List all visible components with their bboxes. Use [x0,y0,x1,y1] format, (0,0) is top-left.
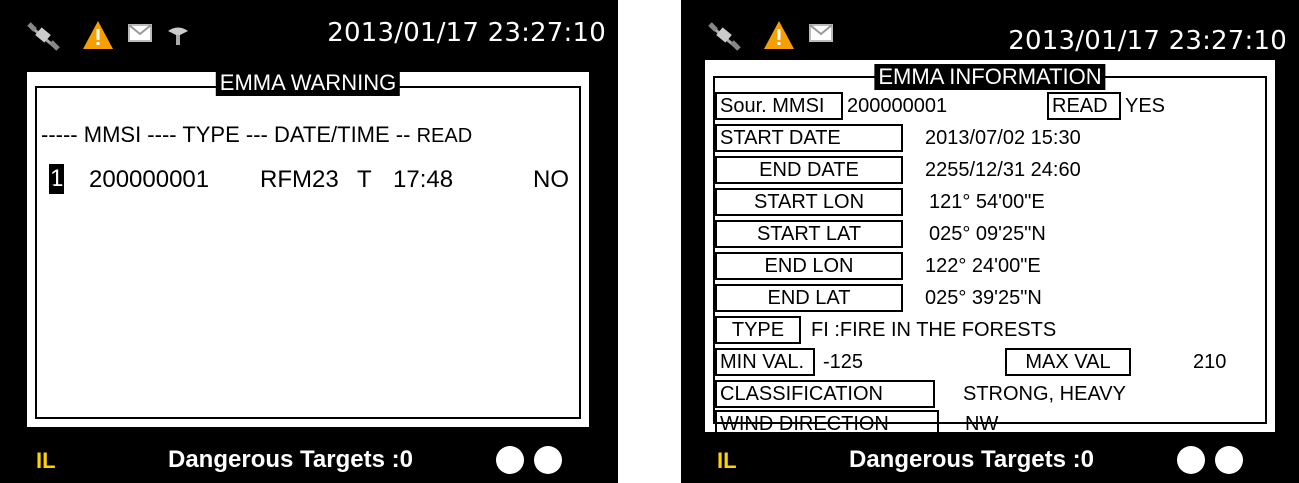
status-dot [1215,446,1243,474]
emma-information-screen: 2013/01/17 23:27:10 EMMA INFORMATION Sou… [681,0,1299,483]
start-date-label: START DATE [715,124,903,152]
satellite-icon [27,22,60,51]
end-lat-label: END LAT [715,284,903,312]
row-index-sep: . [49,166,56,193]
end-date-label: END DATE [715,156,903,184]
warning-panel: EMMA WARNING ----- MMSI ---- TYPE --- DA… [27,70,589,427]
row-read: NO [533,166,569,193]
read-label: READ [1047,92,1121,120]
panel-title: EMMA WARNING [215,70,401,96]
start-lat-label: START LAT [715,220,903,248]
end-lon-label: END LON [715,252,903,280]
row-type: RFM23 [260,166,339,193]
table-header: ----- MMSI ---- TYPE --- DATE/TIME -- RE… [41,122,472,148]
bottom-bar: IL Dangerous Targets :0 [0,440,618,483]
emma-warning-screen: 2013/01/17 23:27:10 EMMA WARNING ----- M… [0,0,618,483]
start-lon-label: START LON [715,188,903,216]
panel-title: EMMA INFORMATION [874,64,1106,90]
end-lat-value: 025° 39'25"N [925,287,1042,309]
min-val-value: -125 [823,351,864,373]
start-lon-value: 121° 54'00"E [929,191,1045,213]
type-label: TYPE [715,316,801,344]
status-dot [534,446,562,474]
dangerous-targets: Dangerous Targets :0 [168,446,413,473]
start-date-value: 2013/07/02 15:30 [925,127,1081,149]
wind-direction-label: WIND DIRECTION [715,410,939,438]
header-columns: ----- MMSI ---- TYPE --- DATE/TIME -- [41,122,411,147]
il-indicator: IL [717,448,737,473]
satellite-icon [708,22,741,51]
min-max-row: MIN VAL. -125 MAX VAL 210 [715,348,1263,376]
mail-icon [128,24,152,42]
row-flag: T [357,166,372,193]
warning-icon [83,21,113,49]
mail-icon [809,24,833,42]
status-dot [496,446,524,474]
antenna-icon [168,27,188,45]
end-date-value: 2255/12/31 24:60 [925,159,1081,181]
status-bar: 2013/01/17 23:27:10 [681,0,1299,60]
sour-mmsi-label: Sour. MMSI [715,92,843,120]
bottom-bar: IL Dangerous Targets :0 [681,440,1299,483]
status-dot [1177,446,1205,474]
max-val-label: MAX VAL [1005,348,1131,376]
header-read: READ [416,125,473,147]
type-value: FI :FIRE IN THE FORESTS [811,319,1057,341]
row-mmsi: 200000001 [89,166,210,193]
datetime: 2013/01/17 23:27:10 [327,18,606,48]
classification-value: STRONG, HEAVY [963,383,1126,405]
sour-mmsi-value: 200000001 [847,95,948,117]
max-val-value: 210 [1193,351,1227,373]
sour-mmsi-row: Sour. MMSI 200000001 READ YES [715,92,1263,120]
datetime: 2013/01/17 23:27:10 [1008,26,1287,56]
start-lat-value: 025° 09'25"N [929,223,1046,245]
il-indicator: IL [36,448,56,473]
classification-label: CLASSIFICATION [715,380,935,408]
end-lon-value: 122° 24'00"E [925,255,1041,277]
wind-direction-value: NW [965,413,999,435]
status-bar: 2013/01/17 23:27:10 [0,0,618,60]
dangerous-targets: Dangerous Targets :0 [849,446,1094,473]
warning-icon [764,21,794,49]
read-value: YES [1125,95,1166,117]
row-time: 17:48 [393,166,454,193]
information-panel: EMMA INFORMATION Sour. MMSI 200000001 RE… [705,60,1275,438]
min-val-label: MIN VAL. [715,348,815,376]
table-row[interactable]: 1. 200000001 RFM23 T 17:48 NO [49,164,574,196]
